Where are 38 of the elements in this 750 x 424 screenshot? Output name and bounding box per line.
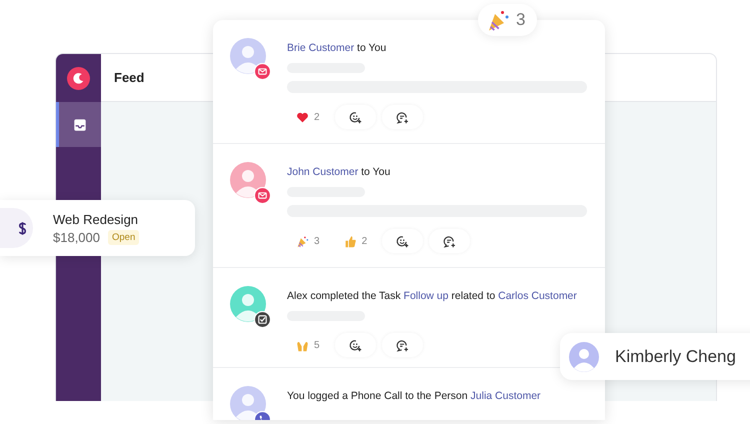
page-title: Feed — [114, 70, 144, 85]
contact-name: Kimberly Cheng — [615, 346, 736, 366]
party-popper-icon — [486, 8, 510, 32]
add-comment-icon — [443, 234, 456, 248]
record-link[interactable]: Brie Customer — [287, 42, 354, 54]
record-link[interactable]: John Customer — [287, 166, 358, 178]
add-comment-icon — [396, 338, 409, 352]
add-emoji-icon — [348, 110, 362, 124]
reaction-chip[interactable]: 2 — [287, 105, 329, 129]
record-link[interactable]: Carlos Customer — [498, 290, 577, 302]
reaction-chip[interactable]: 2 — [334, 229, 376, 253]
reaction-count: 3 — [314, 236, 320, 246]
inbox-icon — [73, 118, 87, 132]
activity-text: Brie Customer to You — [287, 41, 388, 55]
add-emoji-icon — [348, 338, 362, 352]
record-link[interactable]: Julia Customer — [470, 390, 541, 402]
inbox-nav-item[interactable] — [56, 102, 101, 147]
reaction-count: 3 — [516, 10, 526, 30]
deal-amount: $18,000 — [53, 230, 100, 244]
activity-text: John Customer to You — [287, 165, 392, 179]
activity-text: You logged a Phone Call to the Person Julia Customer — [287, 389, 542, 403]
reaction-count: 2 — [314, 112, 320, 122]
record-link[interactable]: Follow up — [404, 290, 448, 302]
add-comment-icon — [396, 110, 409, 124]
reaction-chip[interactable]: 5 — [287, 333, 329, 357]
reaction-chip[interactable]: 3 — [287, 229, 329, 253]
dollar-icon — [0, 208, 33, 248]
reaction-count: 2 — [362, 236, 368, 246]
app-logo-icon[interactable] — [67, 67, 90, 90]
thumbs-up-icon — [344, 234, 357, 248]
party-popper-icon — [296, 234, 309, 248]
reaction-count: 5 — [314, 340, 320, 350]
deal-title: Web Redesign — [53, 212, 140, 226]
heart-icon — [296, 110, 309, 124]
avatar-silhouette — [569, 342, 599, 372]
status-tag: Open — [108, 230, 140, 244]
add-emoji-icon — [396, 234, 410, 248]
activity-text: Alex completed the Task Follow up related to Carlos Customer — [287, 289, 578, 303]
